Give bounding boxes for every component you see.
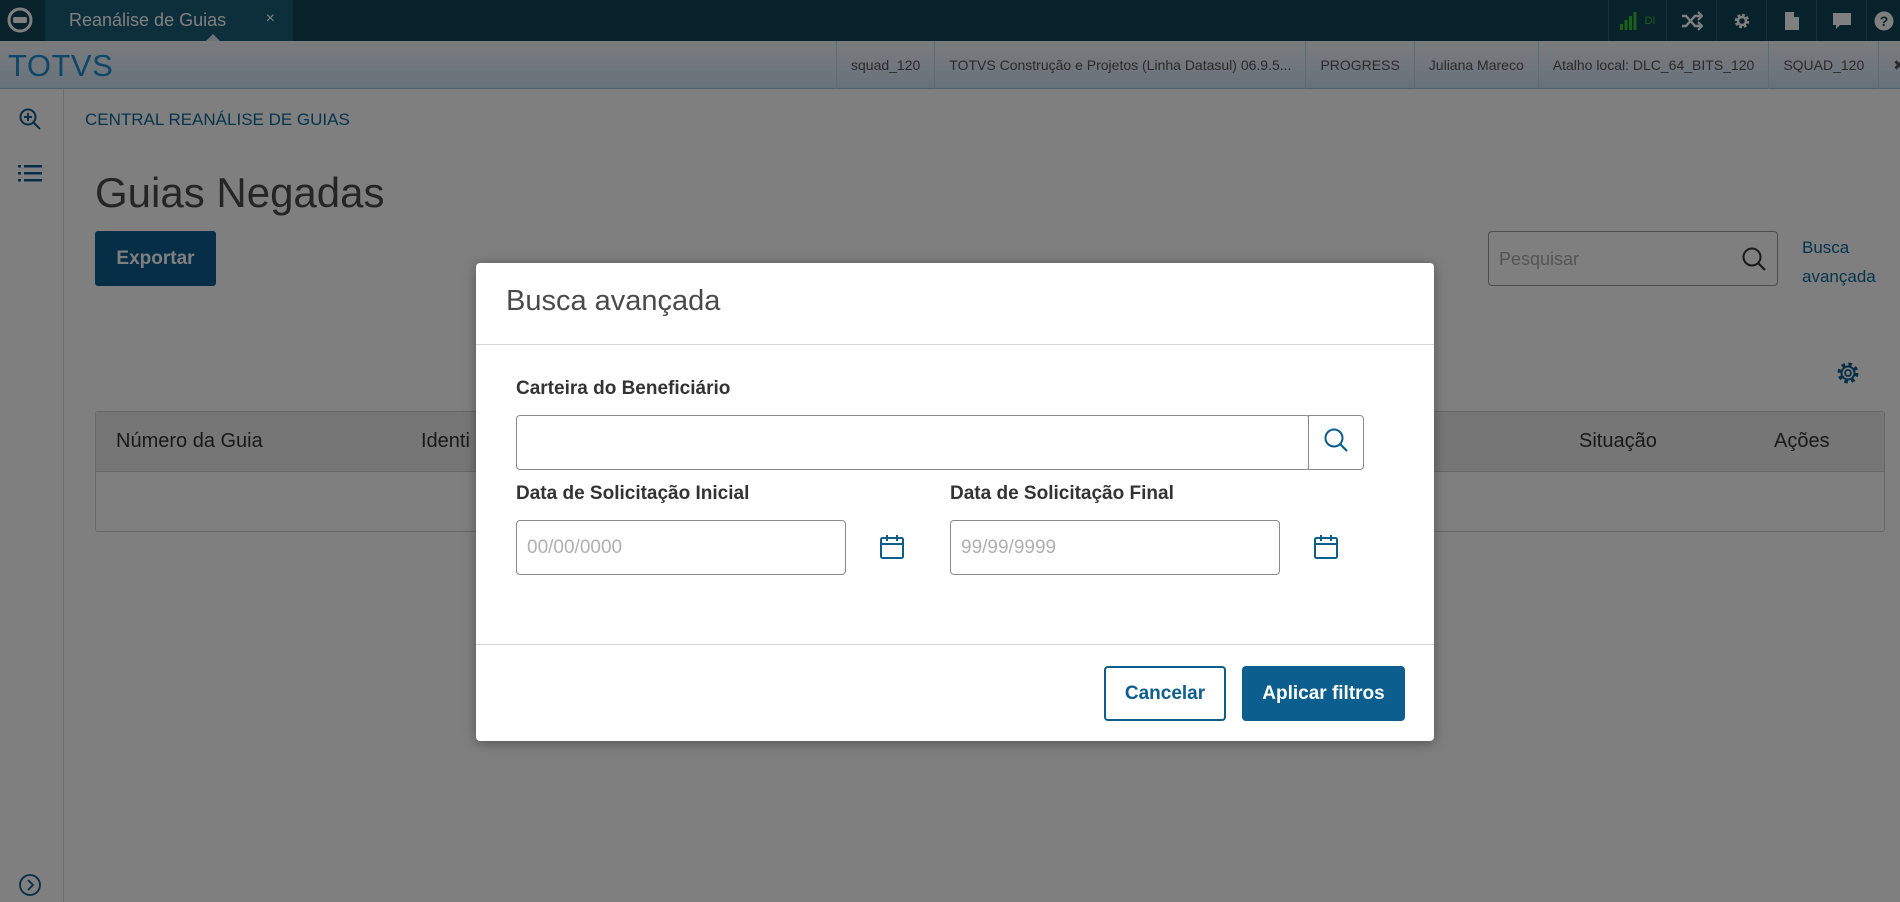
search-icon xyxy=(1323,427,1349,458)
end-date-label: Data de Solicitação Final xyxy=(950,483,1174,504)
start-date-field[interactable] xyxy=(516,520,846,575)
wallet-label: Carteira do Beneficiário xyxy=(516,378,731,399)
start-date-label: Data de Solicitação Inicial xyxy=(516,483,750,504)
modal-title: Busca avançada xyxy=(506,285,721,317)
wallet-search-button[interactable] xyxy=(1308,415,1364,470)
advanced-search-modal: Busca avançada Carteira do Beneficiário … xyxy=(476,263,1434,741)
divider xyxy=(476,644,1434,645)
calendar-icon[interactable] xyxy=(878,533,906,561)
divider xyxy=(476,344,1434,345)
calendar-icon[interactable] xyxy=(1312,533,1340,561)
cancel-button[interactable]: Cancelar xyxy=(1104,666,1226,721)
wallet-field[interactable] xyxy=(516,415,1310,470)
apply-filters-button[interactable]: Aplicar filtros xyxy=(1242,666,1405,721)
end-date-field[interactable] xyxy=(950,520,1280,575)
